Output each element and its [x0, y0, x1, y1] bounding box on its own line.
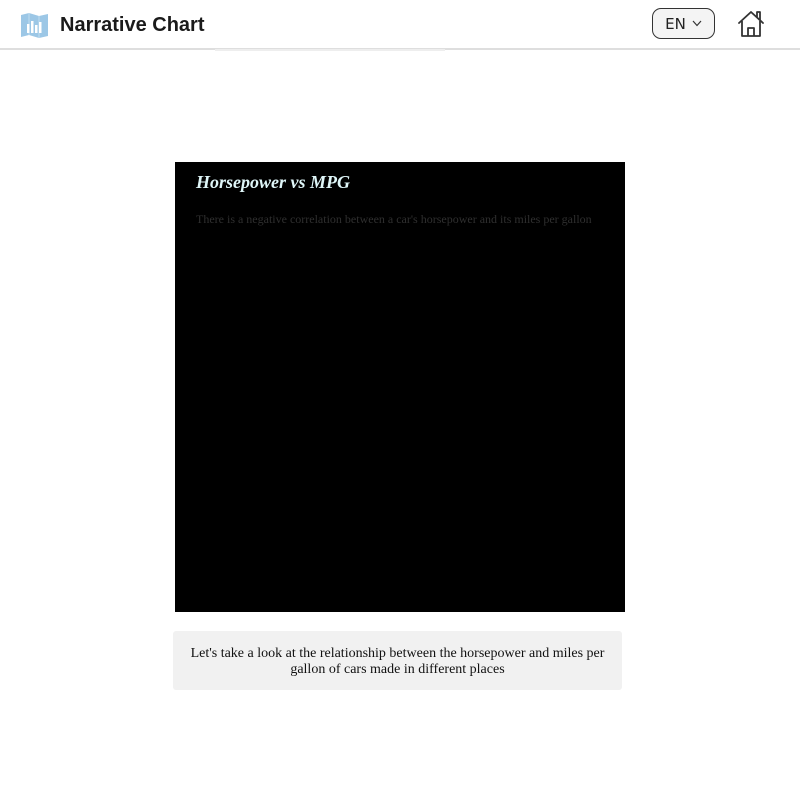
language-selector[interactable]: EN: [652, 8, 715, 39]
home-icon[interactable]: [736, 9, 766, 39]
header-divider: [215, 49, 445, 51]
bar-chart-map-icon: [21, 13, 48, 38]
top-bar: Narrative Chart EN: [0, 0, 800, 50]
language-selector-value: EN: [665, 14, 686, 33]
chevron-down-icon: [692, 20, 702, 27]
chart-title: Horsepower vs MPG: [196, 172, 350, 192]
app-title: Narrative Chart: [60, 14, 205, 36]
narration-caption: Let's take a look at the relationship be…: [173, 631, 622, 690]
chart-canvas: Horsepower vs MPG There is a negative co…: [175, 162, 625, 612]
chart-subtitle: There is a negative correlation between …: [196, 212, 592, 226]
